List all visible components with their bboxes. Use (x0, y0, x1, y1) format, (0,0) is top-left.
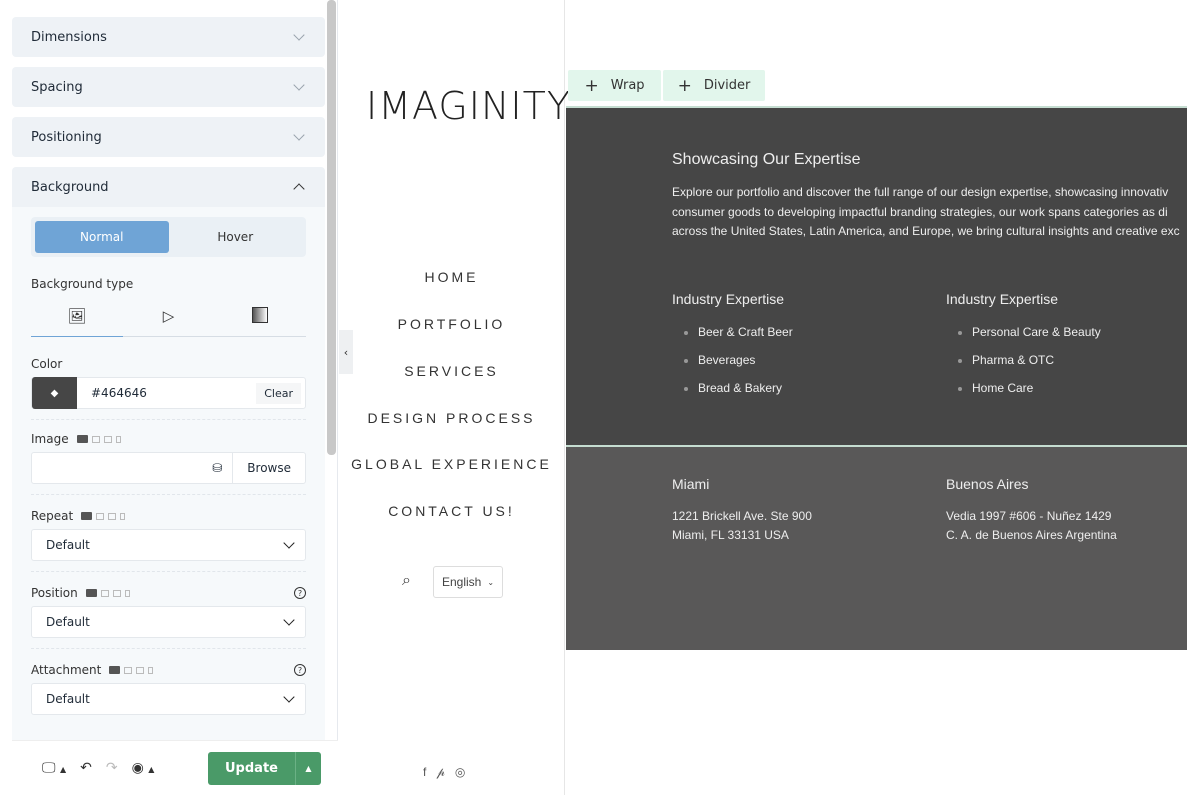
gradient-icon[interactable] (214, 307, 306, 336)
list-item: Bread & Bakery (684, 381, 793, 409)
list-item: Beer & Craft Beer (684, 325, 793, 353)
attachment-label: Attachment (31, 663, 102, 677)
instagram-icon[interactable]: ◎ (455, 765, 465, 780)
pinterest-icon[interactable]: 𝓅 (436, 765, 445, 780)
site-sidebar: IMAGINITY HOME PORTFOLIO SERVICES DESIGN… (338, 0, 570, 795)
add-divider-button[interactable]: + Divider (663, 70, 765, 101)
tab-hover[interactable]: Hover (169, 221, 303, 253)
column-title: Industry Expertise (672, 291, 785, 307)
list-item: Pharma & OTC (958, 353, 1101, 381)
search-icon[interactable]: ⌕ (402, 572, 411, 590)
chevron-down-icon (293, 79, 305, 91)
chevron-down-icon (293, 29, 305, 41)
chevron-down-icon (283, 537, 295, 549)
menu-global-experience[interactable]: GLOBAL EXPERIENCE (338, 456, 565, 472)
plus-icon: + (677, 75, 692, 96)
background-settings: Normal Hover Background type 🖼 ▷ Color ◆… (12, 207, 325, 740)
repeat-select[interactable]: Default (31, 529, 306, 561)
database-icon[interactable]: ⛁ (202, 461, 232, 475)
responsive-icons[interactable] (85, 589, 130, 597)
offices-section[interactable]: Miami 1221 Brickell Ave. Ste 900 Miami, F… (566, 445, 1187, 650)
menu-portfolio[interactable]: PORTFOLIO (338, 316, 565, 332)
expertise-list: Beer & Craft Beer Beverages Bread & Bake… (684, 325, 793, 409)
color-input[interactable]: #464646 (77, 386, 256, 400)
section-positioning[interactable]: Positioning (12, 117, 325, 157)
menu-design-process[interactable]: DESIGN PROCESS (338, 410, 565, 426)
chevron-down-icon: ⌄ (487, 577, 495, 587)
list-item: Beverages (684, 353, 793, 381)
menu-contact[interactable]: CONTACT US! (338, 503, 565, 519)
plus-icon: + (584, 75, 599, 96)
section-dimensions[interactable]: Dimensions (12, 17, 325, 57)
repeat-label: Repeat (31, 509, 74, 523)
list-item: Personal Care & Beauty (958, 325, 1101, 353)
attachment-select[interactable]: Default (31, 683, 306, 715)
logo[interactable]: IMAGINITY (366, 84, 571, 128)
office-address: 1221 Brickell Ave. Ste 900 Miami, FL 3313… (672, 509, 812, 542)
position-label: Position (31, 586, 78, 600)
image-icon[interactable]: 🖼 (31, 307, 123, 336)
video-icon[interactable]: ▷ (123, 307, 215, 336)
bg-type-label: Background type (31, 277, 134, 291)
office-city: Buenos Aires (946, 476, 1029, 492)
responsive-icons[interactable] (76, 435, 121, 443)
preview-icon[interactable]: ◉ ▲ (132, 760, 155, 776)
menu-home[interactable]: HOME (338, 269, 565, 285)
color-label: Color (31, 357, 63, 371)
office-address: Vedia 1997 #606 - Nuñez 1429 C. A. de Bue… (946, 509, 1117, 542)
update-button[interactable]: Update ▲ (208, 752, 321, 785)
expertise-list: Personal Care & Beauty Pharma & OTC Home… (958, 325, 1101, 409)
facebook-icon[interactable]: f (423, 765, 426, 780)
section-background[interactable]: Background (12, 167, 325, 207)
update-options-icon[interactable]: ▲ (296, 752, 321, 785)
language-select[interactable]: English ⌄ (433, 566, 503, 598)
position-select[interactable]: Default (31, 606, 306, 638)
scrollbar[interactable] (327, 0, 336, 455)
browse-button[interactable]: Browse (232, 453, 305, 483)
chevron-down-icon (283, 614, 295, 626)
tab-normal[interactable]: Normal (35, 221, 169, 253)
redo-icon[interactable]: ↷ (106, 760, 118, 776)
list-item: Home Care (958, 381, 1101, 409)
settings-panel: Dimensions Spacing Positioning Backgroun… (0, 0, 338, 795)
collapse-panel-button[interactable]: ‹ (339, 330, 353, 374)
help-icon[interactable]: ? (294, 664, 306, 676)
chevron-down-icon (283, 691, 295, 703)
menu-services[interactable]: SERVICES (338, 363, 565, 379)
chevron-down-icon (293, 129, 305, 141)
help-icon[interactable]: ? (294, 587, 306, 599)
section-spacing[interactable]: Spacing (12, 67, 325, 107)
undo-icon[interactable]: ↶ (80, 760, 92, 776)
section-paragraph: Explore our portfolio and discover the f… (672, 185, 1180, 238)
office-city: Miami (672, 476, 710, 492)
section-heading: Showcasing Our Expertise (672, 151, 861, 168)
responsive-icons[interactable] (109, 666, 154, 674)
image-label: Image (31, 432, 69, 446)
expertise-section[interactable]: Showcasing Our Expertise Explore our por… (566, 106, 1187, 445)
chevron-up-icon (293, 183, 305, 195)
responsive-icons[interactable] (81, 512, 126, 520)
add-wrap-button[interactable]: + Wrap (568, 70, 661, 101)
device-icon[interactable]: 🖵 ▲ (42, 760, 66, 776)
color-swatch[interactable]: ◆ (32, 377, 77, 409)
column-title: Industry Expertise (946, 291, 1059, 307)
clear-button[interactable]: Clear (256, 382, 301, 404)
